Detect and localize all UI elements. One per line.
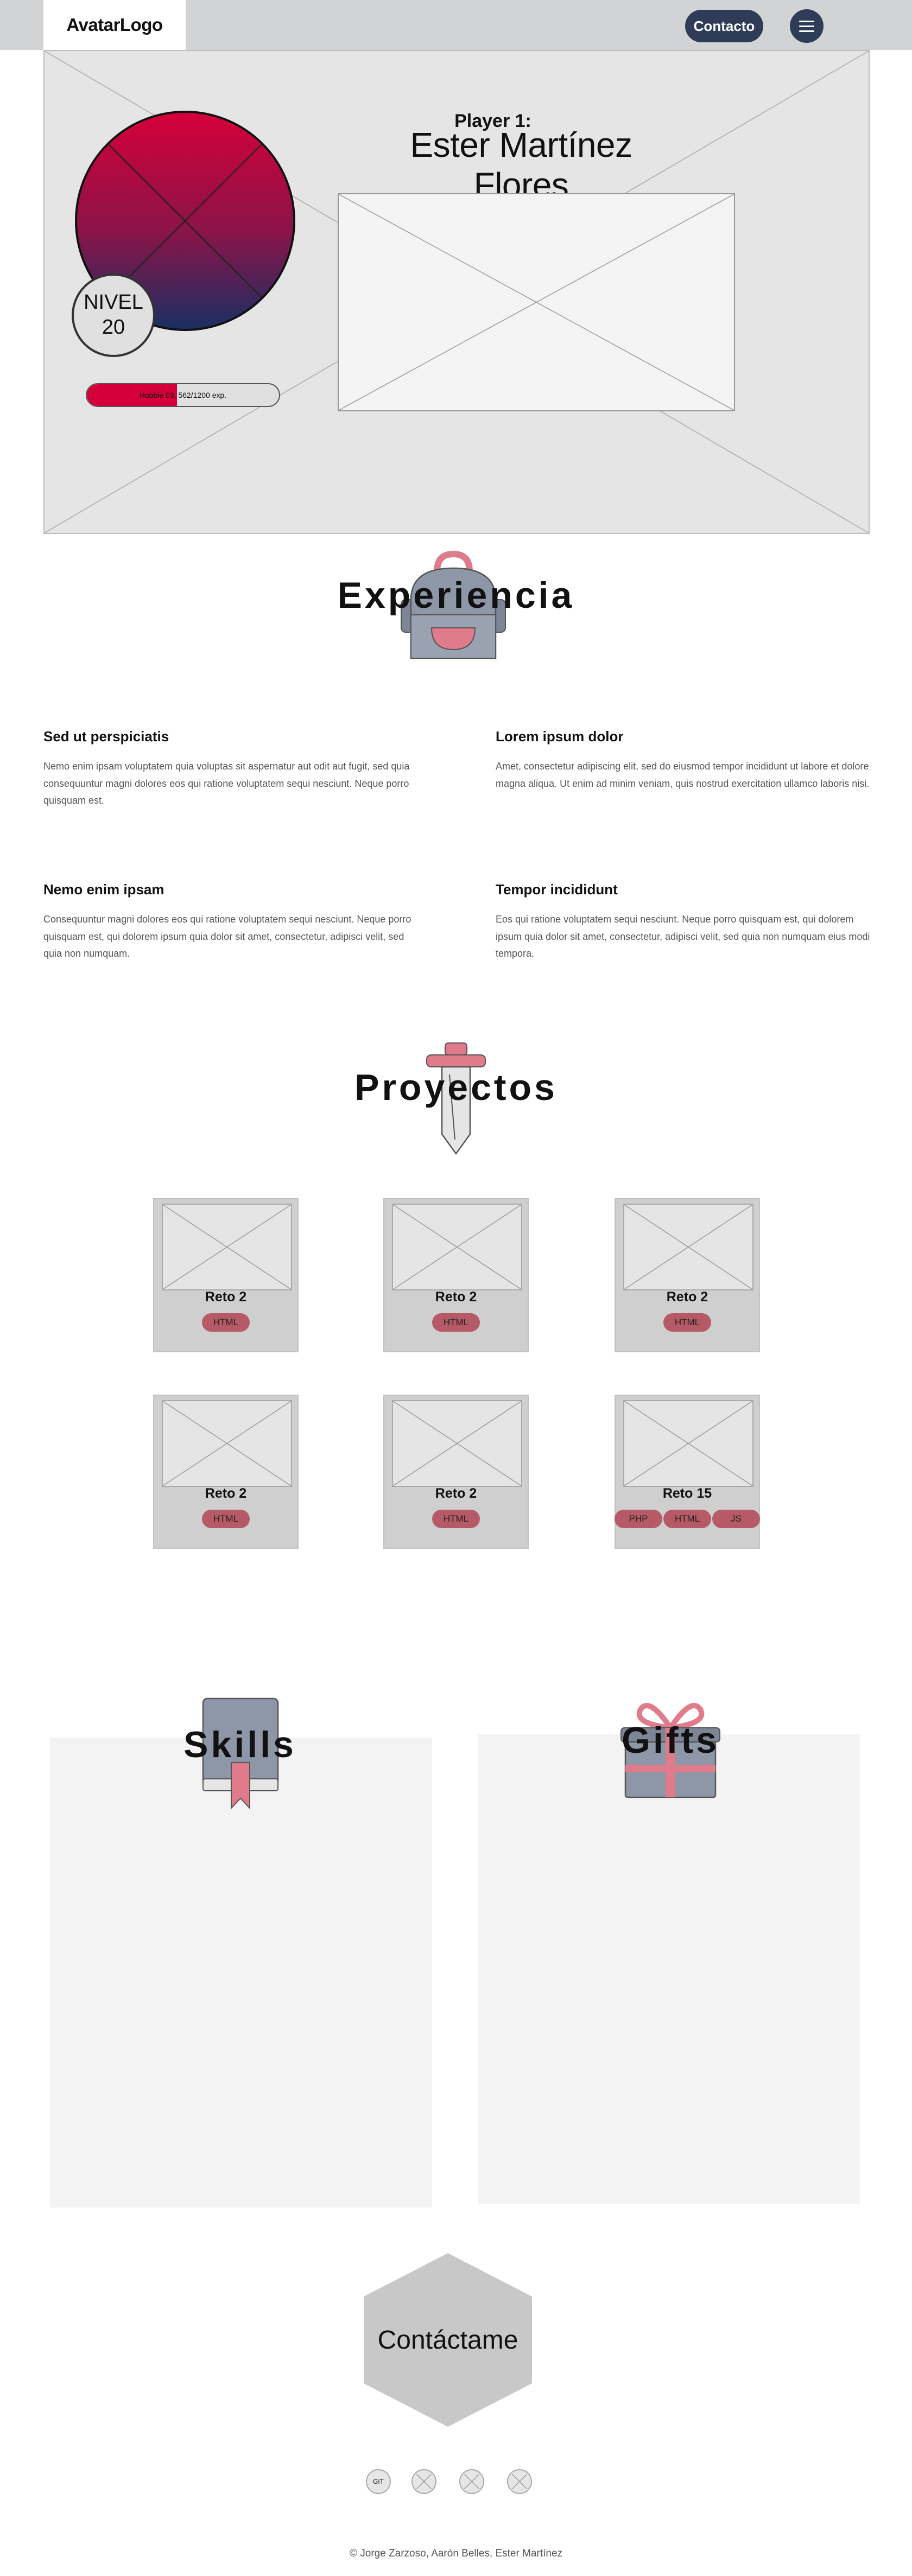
experience-item-text: Eos qui ratione voluptatem sequi nesciun…: [496, 914, 870, 959]
project-card[interactable]: Reto 2 HTML: [153, 1198, 299, 1352]
xp-progress-bar: Hobbie 03: 562/1200 exp.: [86, 383, 280, 407]
project-card-tags: HTML: [616, 1313, 759, 1332]
tech-tag[interactable]: HTML: [663, 1510, 711, 1528]
experience-item-text: Amet, consectetur adipiscing elit, sed d…: [496, 761, 870, 789]
tech-tag[interactable]: HTML: [663, 1313, 711, 1332]
project-card-title: Reto 2: [666, 1289, 708, 1305]
project-card-image: [623, 1400, 753, 1487]
experience-item-text: Nemo enim ipsam voluptatem quia voluptas…: [43, 761, 410, 806]
project-card-title: Reto 2: [435, 1289, 477, 1305]
git-social-link[interactable]: GIT: [366, 2469, 391, 2494]
tech-tag[interactable]: HTML: [202, 1510, 250, 1528]
tech-tag[interactable]: PHP: [615, 1510, 662, 1528]
project-card[interactable]: Reto 2 HTML: [615, 1198, 760, 1352]
project-card-title: Reto 2: [205, 1289, 247, 1305]
contact-button[interactable]: Contacto: [685, 10, 763, 42]
experience-item-text: Consequuntur magni dolores eos qui ratio…: [43, 914, 411, 959]
logo[interactable]: AvatarLogo: [43, 0, 186, 50]
social-link-placeholder[interactable]: [459, 2469, 484, 2494]
footer-credits: © Jorge Zarzoso, Aarón Belles, Ester Mar…: [349, 2548, 563, 2559]
project-card-title: Reto 2: [435, 1486, 477, 1501]
xp-text: Hobbie 03: 562/1200 exp.: [139, 391, 227, 399]
level-label: NIVEL: [84, 291, 143, 314]
project-card-image: [392, 1204, 522, 1290]
header: AvatarLogo Contacto: [0, 0, 912, 50]
project-card-tags: HTML: [154, 1510, 297, 1528]
skills-title: Skills: [183, 1724, 296, 1765]
hero-media-placeholder: [338, 193, 735, 411]
project-card-title: Reto 15: [662, 1486, 712, 1501]
experience-item-heading: Lorem ipsum dolor: [496, 728, 624, 745]
hero-section: NIVEL 20 Hobbie 03: 562/1200 exp. Player…: [43, 50, 870, 534]
gifts-panel: [478, 1734, 860, 2204]
tech-tag[interactable]: HTML: [432, 1510, 480, 1528]
contact-hexagon-button[interactable]: Contáctame: [364, 2253, 532, 2427]
tech-tag[interactable]: HTML: [202, 1313, 250, 1332]
project-card-image: [623, 1204, 753, 1290]
project-card-title: Reto 2: [205, 1486, 247, 1501]
tech-tag[interactable]: HTML: [432, 1313, 480, 1332]
experience-item: Tempor incididunt Eos qui ratione volupt…: [496, 881, 870, 963]
project-card-tags: HTML: [384, 1313, 528, 1332]
experience-item-heading: Tempor incididunt: [496, 881, 618, 898]
menu-button[interactable]: [790, 9, 824, 43]
project-card[interactable]: Reto 2 HTML: [383, 1198, 529, 1352]
project-card-tags: HTML: [384, 1510, 528, 1528]
experience-item: Nemo enim ipsam Consequuntur magni dolor…: [43, 881, 418, 963]
experience-item: Sed ut perspiciatis Nemo enim ipsam volu…: [43, 728, 418, 810]
project-card-image: [162, 1204, 292, 1290]
project-card[interactable]: Reto 15 PHP HTML JS: [615, 1395, 760, 1549]
experience-item-heading: Sed ut perspiciatis: [43, 728, 169, 745]
project-card-tags: PHP HTML JS: [615, 1510, 760, 1528]
tech-tag[interactable]: JS: [712, 1510, 760, 1528]
project-card-image: [162, 1400, 292, 1487]
hamburger-icon: [799, 20, 814, 22]
project-card[interactable]: Reto 2 HTML: [153, 1395, 299, 1549]
project-card[interactable]: Reto 2 HTML: [383, 1395, 529, 1549]
experience-item: Lorem ipsum dolor Amet, consectetur adip…: [496, 728, 870, 792]
level-badge: NIVEL 20: [72, 273, 155, 357]
experience-item-heading: Nemo enim ipsam: [43, 881, 164, 898]
project-card-tags: HTML: [154, 1313, 297, 1332]
project-card-image: [392, 1400, 522, 1487]
gifts-title: Gifts: [622, 1720, 719, 1761]
experience-title: Experiencia: [337, 575, 575, 616]
social-link-placeholder[interactable]: [411, 2469, 436, 2494]
level-value: 20: [102, 316, 125, 339]
projects-title: Proyectos: [354, 1067, 558, 1108]
social-link-placeholder[interactable]: [507, 2469, 532, 2494]
